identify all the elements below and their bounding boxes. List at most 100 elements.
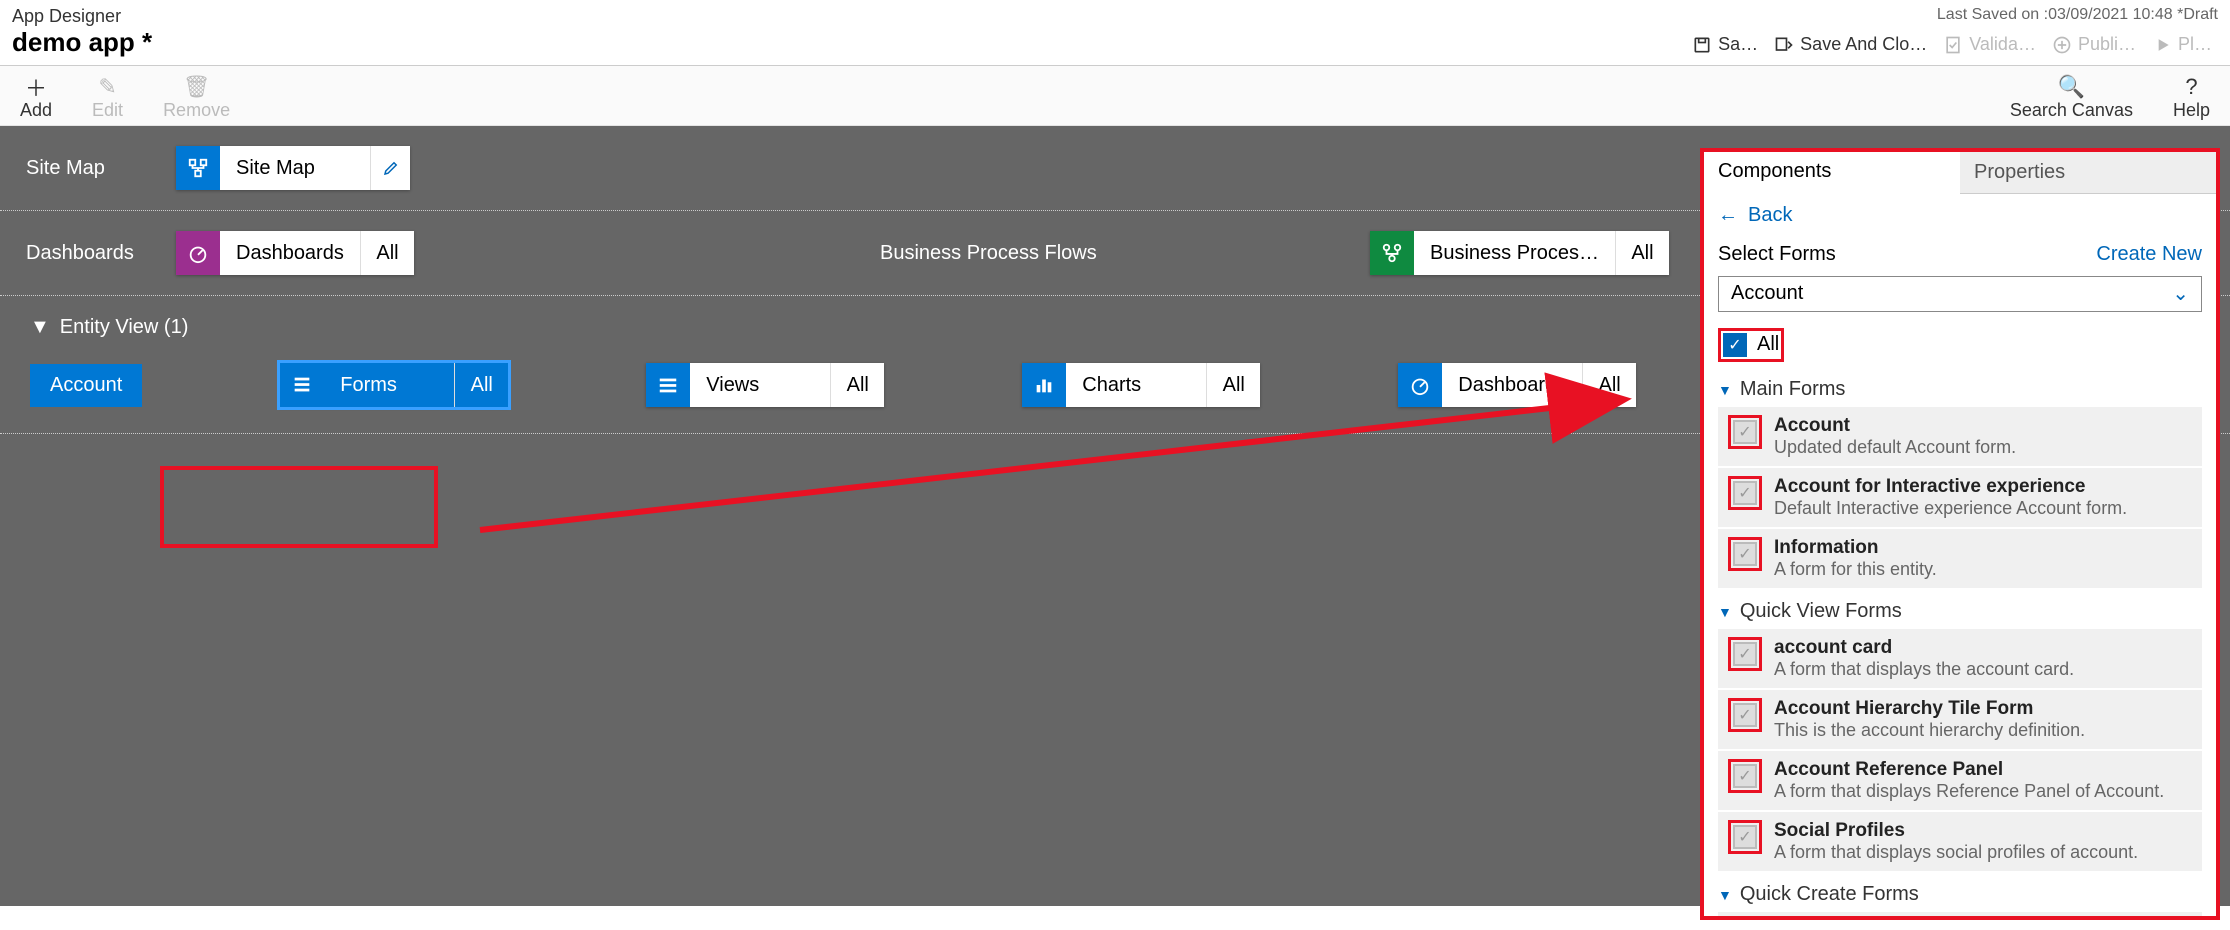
bpf-icon — [1370, 231, 1414, 275]
play-button[interactable]: Pl… — [2146, 30, 2218, 59]
annotation-checkbox — [1728, 476, 1762, 510]
form-description: A form for this entity. — [1774, 559, 1937, 580]
triangle-down-icon: ▼ — [1718, 382, 1732, 398]
sitemap-edit[interactable] — [370, 146, 410, 190]
form-title: Account Hierarchy Tile Form — [1774, 698, 2085, 720]
form-list-item[interactable]: Account Reference PanelA form that displ… — [1718, 751, 2202, 810]
trash-icon: 🗑 — [183, 74, 211, 100]
views-count[interactable]: All — [830, 363, 884, 407]
form-title: Information — [1774, 537, 1937, 559]
form-checkbox[interactable] — [1733, 764, 1757, 788]
plus-icon: ＋ — [25, 74, 47, 100]
triangle-down-icon: ▼ — [1718, 604, 1732, 620]
last-saved: Last Saved on :03/09/2021 10:48 *Draft — [1686, 6, 2218, 24]
forms-tile[interactable]: Forms All — [280, 363, 508, 407]
form-description: Default Interactive experience Account f… — [1774, 498, 2127, 519]
views-icon — [646, 363, 690, 407]
publish-button[interactable]: Publi… — [2046, 30, 2142, 59]
create-new-link[interactable]: Create New — [2096, 243, 2202, 266]
charts-tile[interactable]: Charts All — [1022, 363, 1260, 407]
annotation-checkbox — [1728, 637, 1762, 671]
chevron-down-icon: ⌄ — [2172, 281, 2189, 306]
tab-properties[interactable]: Properties — [1960, 152, 2216, 194]
form-description: Updated default Account form. — [1774, 437, 2016, 458]
search-canvas-button[interactable]: 🔍Search Canvas — [2010, 74, 2133, 121]
dashboards-count[interactable]: All — [360, 231, 414, 275]
validate-button[interactable]: Valida… — [1937, 30, 2042, 59]
group-quick-create-forms[interactable]: ▼Quick Create Forms — [1704, 873, 2216, 912]
form-list-item[interactable]: Social ProfilesA form that displays soci… — [1718, 812, 2202, 871]
form-list-item[interactable]: Account Quick CreateDefault quick create… — [1718, 912, 2202, 916]
ent-dash-count[interactable]: All — [1582, 363, 1636, 407]
form-checkbox[interactable] — [1733, 420, 1757, 444]
form-description: A form that displays the account card. — [1774, 659, 2074, 680]
play-icon — [2152, 35, 2172, 55]
save-icon — [1692, 35, 1712, 55]
entity-dashboard-icon — [1398, 363, 1442, 407]
add-button[interactable]: ＋Add — [20, 74, 52, 121]
views-tile[interactable]: Views All — [646, 363, 884, 407]
tool-title: App Designer — [12, 6, 152, 27]
dashboard-icon — [176, 231, 220, 275]
annotation-checkbox — [1728, 820, 1762, 854]
tab-components[interactable]: Components — [1704, 152, 1960, 194]
bpf-count[interactable]: All — [1615, 231, 1669, 275]
annotation-forms — [160, 466, 438, 548]
form-list-item[interactable]: InformationA form for this entity. — [1718, 529, 2202, 588]
form-checkbox[interactable] — [1733, 642, 1757, 666]
forms-icon — [280, 363, 324, 407]
form-title: Account for Interactive experience — [1774, 476, 2127, 498]
header: App Designer demo app * Last Saved on :0… — [0, 0, 2230, 66]
back-button[interactable]: ← Back — [1704, 194, 2216, 237]
entity-dropdown[interactable]: Account ⌄ — [1718, 276, 2202, 312]
form-list-item[interactable]: AccountUpdated default Account form. — [1718, 407, 2202, 466]
form-list-item[interactable]: account cardA form that displays the acc… — [1718, 629, 2202, 688]
help-icon: ? — [2185, 74, 2197, 100]
annotation-checkbox — [1728, 698, 1762, 732]
chevron-down-icon: ▼ — [30, 316, 50, 339]
form-title: Account — [1774, 415, 2016, 437]
dashboards-label: Dashboards — [26, 242, 176, 265]
form-list-item[interactable]: Account Hierarchy Tile FormThis is the a… — [1718, 690, 2202, 749]
app-title: demo app * — [12, 27, 152, 58]
all-checkbox[interactable] — [1723, 333, 1747, 357]
publish-icon — [2052, 35, 2072, 55]
components-panel: Components Properties ← Back Select Form… — [1700, 148, 2220, 920]
annotation-all-checkbox: All — [1718, 328, 1784, 362]
form-checkbox[interactable] — [1733, 542, 1757, 566]
dashboards-tile[interactable]: Dashboards All — [176, 231, 414, 275]
annotation-checkbox — [1728, 537, 1762, 571]
charts-icon — [1022, 363, 1066, 407]
annotation-checkbox — [1728, 415, 1762, 449]
sitemap-tile[interactable]: Site Map — [176, 146, 410, 190]
entity-account[interactable]: Account — [30, 364, 142, 407]
search-icon: 🔍 — [2058, 74, 2085, 100]
sitemap-label: Site Map — [26, 157, 176, 180]
bpf-tile[interactable]: Business Proces… All — [1370, 231, 1669, 275]
sitemap-icon — [176, 146, 220, 190]
save-button[interactable]: Sa… — [1686, 30, 1764, 59]
forms-count[interactable]: All — [454, 363, 508, 407]
triangle-down-icon: ▼ — [1718, 887, 1732, 903]
charts-count[interactable]: All — [1206, 363, 1260, 407]
form-title: account card — [1774, 637, 2074, 659]
save-close-button[interactable]: Save And Clo… — [1768, 30, 1933, 59]
help-button[interactable]: ?Help — [2173, 74, 2210, 121]
back-arrow-icon: ← — [1718, 204, 1738, 227]
form-title: Account Reference Panel — [1774, 759, 2164, 781]
form-description: This is the account hierarchy definition… — [1774, 720, 2085, 741]
group-main-forms[interactable]: ▼Main Forms — [1704, 368, 2216, 407]
bpf-label: Business Process Flows — [880, 242, 1097, 265]
form-list-item[interactable]: Account for Interactive experienceDefaul… — [1718, 468, 2202, 527]
group-quick-view-forms[interactable]: ▼Quick View Forms — [1704, 590, 2216, 629]
remove-button: 🗑Remove — [163, 74, 230, 121]
select-forms-label: Select Forms — [1718, 243, 1836, 266]
form-checkbox[interactable] — [1733, 703, 1757, 727]
pencil-icon: ✎ — [98, 74, 116, 100]
entity-dashboards-tile[interactable]: Dashboards All — [1398, 363, 1636, 407]
toolbar: ＋Add ✎Edit 🗑Remove 🔍Search Canvas ?Help — [0, 66, 2230, 126]
form-checkbox[interactable] — [1733, 825, 1757, 849]
form-description: A form that displays Reference Panel of … — [1774, 781, 2164, 802]
edit-button: ✎Edit — [92, 74, 123, 121]
form-checkbox[interactable] — [1733, 481, 1757, 505]
